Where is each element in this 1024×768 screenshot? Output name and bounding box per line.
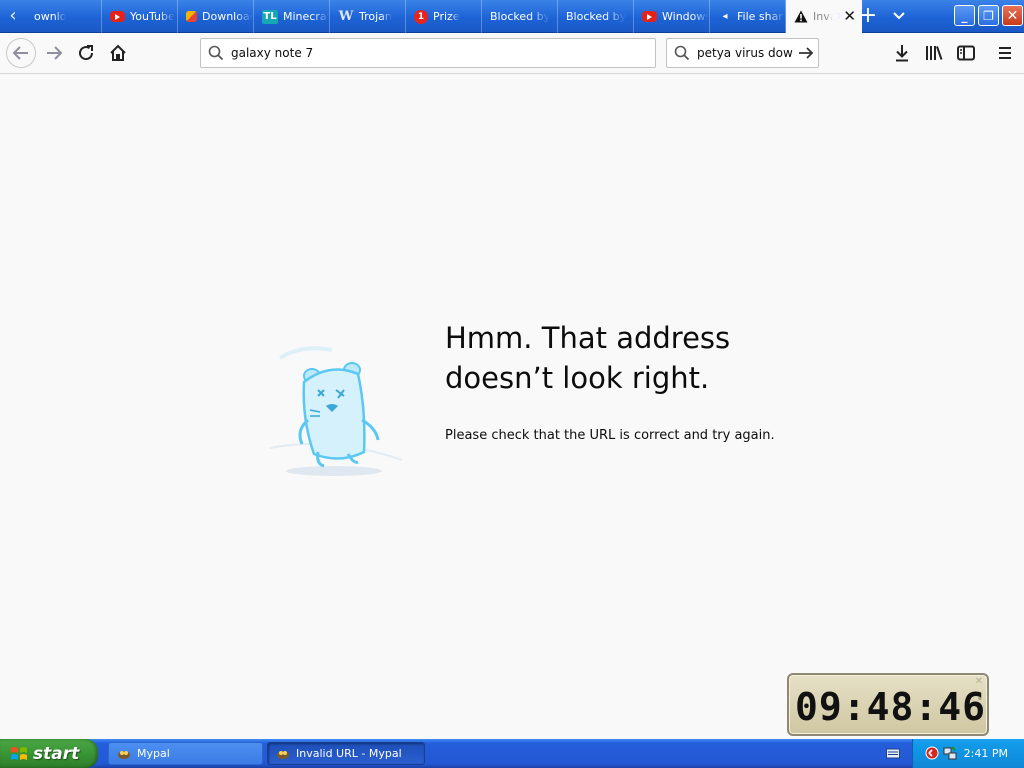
reload-icon	[79, 45, 94, 61]
error-description: Please check that the URL is correct and…	[445, 428, 775, 443]
taskbar-item-label: Invalid URL - Mypal	[296, 747, 402, 760]
tab-label: Trojan	[359, 10, 392, 23]
taskbar-item-label: Mypal	[137, 747, 170, 760]
file-share-icon: ◂	[722, 11, 728, 22]
menu-button[interactable]	[991, 39, 1019, 67]
tab-label: Blocked by	[566, 10, 627, 23]
system-tray: 2:41 PM	[912, 739, 1024, 768]
download-icon	[896, 45, 908, 62]
tab[interactable]: Download	[178, 0, 254, 33]
maximize-button[interactable]: ❐	[978, 5, 999, 26]
search-icon	[667, 39, 697, 67]
all-tabs-button[interactable]	[886, 0, 912, 33]
tl-icon: TL	[262, 9, 278, 24]
tab[interactable]: ◂ File sharing	[710, 0, 786, 33]
restore-icon: ❐	[983, 8, 994, 23]
windows-logo-icon	[11, 746, 27, 760]
error-title-line: Hmm. That address	[445, 321, 731, 355]
tab[interactable]: 1 Prize	[406, 0, 482, 33]
hamburger-menu-icon	[999, 47, 1011, 59]
sidebar-button[interactable]	[952, 39, 980, 67]
mypal-icon	[277, 750, 289, 759]
plus-icon: +	[858, 3, 878, 28]
taskbar-clock[interactable]: 2:41 PM	[964, 747, 1008, 760]
url-bar[interactable]	[200, 38, 656, 68]
w-icon: W	[338, 9, 354, 24]
clock-digits: 09:48:46	[795, 685, 987, 729]
library-icon	[926, 46, 943, 60]
arrow-right-icon	[798, 47, 813, 59]
number-badge-icon: 1	[414, 9, 428, 24]
downloads-button[interactable]	[888, 39, 916, 67]
search-go-button[interactable]	[793, 39, 818, 67]
search-bar[interactable]	[666, 38, 819, 68]
tab[interactable]: Blocked by	[558, 0, 634, 33]
arrow-right-icon	[47, 46, 63, 60]
tab-label: ownlo	[34, 10, 67, 23]
tab-label: Windows	[662, 10, 709, 23]
chevron-down-icon	[893, 12, 905, 20]
library-button[interactable]	[920, 39, 948, 67]
minimize-icon: _	[961, 8, 968, 23]
start-button[interactable]: start	[0, 739, 98, 768]
tab[interactable]: ownlo	[26, 0, 102, 33]
page-content: Hmm. That address doesn’t look right. Pl…	[0, 74, 1024, 739]
close-icon: ✕	[1006, 7, 1019, 24]
error-title: Hmm. That address doesn’t look right.	[445, 318, 805, 398]
home-button[interactable]	[104, 39, 132, 67]
tabs-scroll-left-button[interactable]: ‹	[0, 0, 26, 33]
search-input[interactable]	[697, 46, 793, 60]
tab-label: File sharing	[737, 10, 785, 23]
tab[interactable]: W Trojan	[330, 0, 406, 33]
chevron-left-icon: ‹	[9, 5, 17, 26]
taskbar-item[interactable]: Mypal	[108, 742, 263, 765]
tab[interactable]: Windows	[634, 0, 710, 33]
chevron-right-icon: ›	[835, 5, 843, 26]
tab-label: Download	[202, 10, 253, 23]
minimize-button[interactable]: _	[954, 5, 975, 26]
tabs-scroll-right-button[interactable]: ›	[826, 0, 852, 33]
tab-label: Blocked by	[490, 10, 551, 23]
youtube-icon	[110, 11, 125, 22]
tab[interactable]: TL Minecraft	[254, 0, 330, 33]
keyboard-icon[interactable]	[886, 747, 900, 759]
network-icon[interactable]	[943, 746, 957, 760]
taskbar-item-active[interactable]: Invalid URL - Mypal	[267, 742, 425, 765]
home-icon	[110, 44, 126, 61]
tab-label: Minecraft	[283, 10, 329, 23]
close-window-button[interactable]: ✕	[1002, 5, 1023, 26]
tab-label: Prize	[433, 10, 460, 23]
tab-list: ownlo YouTube Download TL Minecraft W Tr…	[26, 0, 862, 33]
tab[interactable]: YouTube	[102, 0, 178, 33]
generic-favicon-icon	[186, 11, 197, 22]
url-input[interactable]	[231, 46, 655, 60]
sidebar-icon	[957, 45, 975, 61]
mypal-icon	[118, 750, 130, 759]
search-icon	[201, 39, 231, 67]
antivirus-icon[interactable]	[925, 746, 939, 760]
warning-icon	[794, 10, 808, 24]
tab[interactable]: Blocked by	[482, 0, 558, 33]
error-hamster-illustration-icon	[262, 340, 412, 490]
navigation-toolbar	[0, 33, 1024, 74]
tab-label: YouTube	[130, 10, 175, 23]
taskbar: start Mypal Invalid URL - Mypal 2:41 PM	[0, 739, 1024, 768]
back-button[interactable]	[6, 38, 36, 68]
desktop-clock-widget[interactable]: ✕ ▪ ▪ 09:48:46	[787, 673, 989, 736]
new-tab-button[interactable]: +	[855, 0, 881, 33]
arrow-left-icon	[12, 46, 28, 60]
youtube-icon	[642, 11, 657, 22]
error-title-line: doesn’t look right.	[445, 361, 710, 395]
tab-strip: ‹ ownlo YouTube Download TL Minecraft W …	[0, 0, 1024, 33]
start-label: start	[33, 743, 80, 764]
reload-button[interactable]	[72, 39, 100, 67]
forward-button[interactable]	[40, 39, 68, 67]
